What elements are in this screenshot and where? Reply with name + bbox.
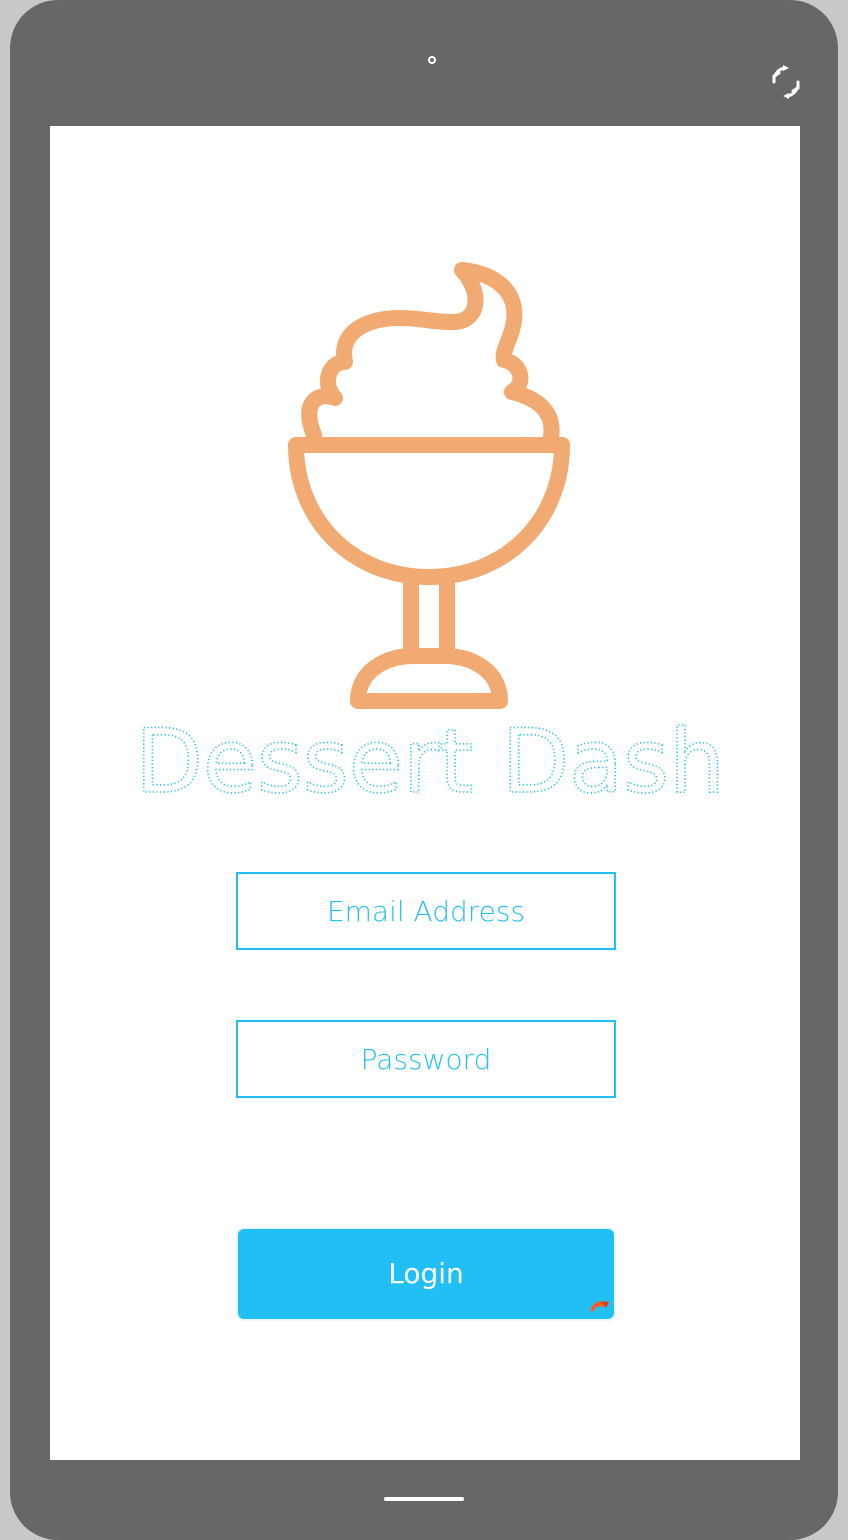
app-title: Dessert Dash	[134, 712, 725, 812]
camera-dot	[428, 56, 436, 64]
rotate-icon[interactable]	[766, 62, 806, 102]
app-title-text: Dessert Dash	[135, 712, 725, 812]
login-button-label: Login	[388, 1257, 464, 1290]
password-field[interactable]	[236, 1020, 616, 1098]
sundae-cup-icon	[288, 262, 570, 709]
home-indicator[interactable]	[384, 1497, 464, 1501]
badge-icon	[590, 1301, 609, 1311]
email-field[interactable]	[236, 872, 616, 950]
login-button[interactable]: Login	[236, 1227, 616, 1321]
